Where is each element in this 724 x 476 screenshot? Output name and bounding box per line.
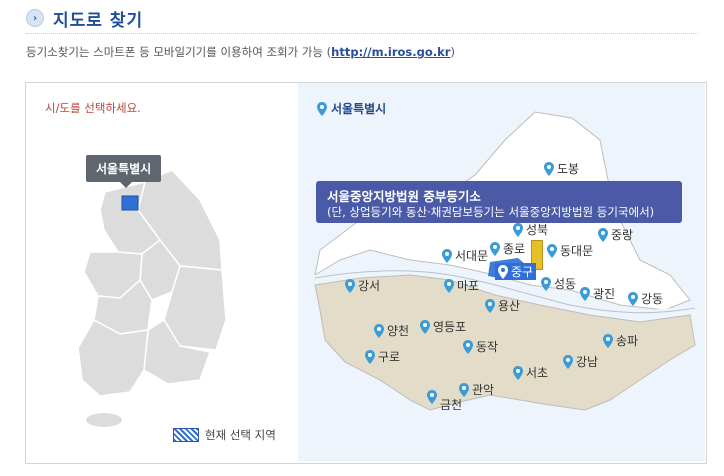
mobile-notice: 등기소찾기는 스마트폰 등 모바일기기를 이용하여 조회가 가능 (http:/… [26,44,455,60]
map-pin-icon [485,298,495,313]
current-region-swatch [173,428,199,442]
map-pin-icon [544,161,554,176]
district-gangdong[interactable]: 강동 [628,290,663,307]
legend-label: 현재 선택 지역 [205,428,276,442]
district-gangnam[interactable]: 강남 [563,353,598,370]
page-title: 지도로 찾기 [53,10,144,31]
map-pin-icon [580,286,590,301]
map-pin-icon [513,365,523,380]
map-pin-icon [541,276,551,291]
map-pin-icon [563,354,573,369]
map-pin-icon [374,323,384,338]
district-guro[interactable]: 구로 [365,348,400,365]
district-junggu[interactable]: 중구 [495,263,537,280]
select-province-prompt: 시/도를 선택하세요. [45,101,141,115]
map-pin-icon [442,248,452,263]
district-dongjak[interactable]: 동작 [463,338,498,355]
selected-province-tooltip: 서울특별시 [86,155,162,188]
title-divider [26,33,698,34]
map-pin-icon [427,389,437,404]
chevron-right-icon: › [26,9,44,27]
district-yangcheon[interactable]: 양천 [374,322,409,339]
district-songpa[interactable]: 송파 [603,332,638,349]
district-seocho[interactable]: 서초 [513,364,548,381]
region-jeju[interactable] [86,413,122,427]
map-pin-icon [420,319,430,334]
map-pin-icon [490,241,500,256]
page-title-row: › 지도로 찾기 [26,6,144,31]
district-jungnang[interactable]: 중랑 [598,226,633,243]
district-seongbuk[interactable]: 성북 [513,221,548,238]
district-seongdong[interactable]: 성동 [541,275,576,292]
district-dongdaemun[interactable]: 동대문 [547,242,593,259]
court-name: 서울중앙지방법원 중부등기소 [327,189,481,204]
district-gwangjin[interactable]: 광진 [580,285,615,302]
map-pin-icon [628,291,638,306]
map-pin-icon [463,339,473,354]
court-note: (단, 상업등기와 동산·채권담보등기는 서울중앙지방법원 등기국에서) [327,205,655,219]
map-pin-icon [603,333,613,348]
district-dobong[interactable]: 도봉 [544,160,579,177]
map-pin-icon [547,243,557,258]
court-tooltip: 서울중앙지방법원 중부등기소 (단, 상업등기와 동산·채권담보등기는 서울중앙… [316,181,682,223]
map-pin-icon [444,278,454,293]
mobile-site-link[interactable]: http://m.iros.go.kr [331,45,450,59]
region-seoul-highlight [121,195,139,211]
map-pin-icon [598,227,608,242]
district-mapo[interactable]: 마포 [444,277,479,294]
notice-text: 등기소찾기는 스마트폰 등 모바일기기를 이용하여 조회가 가능 ( [26,45,332,59]
map-pin-icon [345,278,355,293]
region-jeonnam [77,318,149,397]
legend: 현재 선택 지역 [173,427,276,443]
district-gwanak[interactable]: 관악 [459,381,494,398]
district-seodaemun[interactable]: 서대문 [442,247,488,264]
notice-suffix: ) [450,45,455,59]
map-pin-icon [513,222,523,237]
korea-map[interactable] [60,170,260,430]
map-pin-icon [365,349,375,364]
map-pin-icon [459,382,469,397]
district-yeongdeungpo[interactable]: 영등포 [420,318,466,335]
map-pin-icon [498,264,508,279]
district-geumcheon[interactable]: 금천 [427,380,462,413]
district-yongsan[interactable]: 용산 [485,297,520,314]
district-gangseo[interactable]: 강서 [345,277,380,294]
district-jongno[interactable]: 종로 [490,240,525,257]
